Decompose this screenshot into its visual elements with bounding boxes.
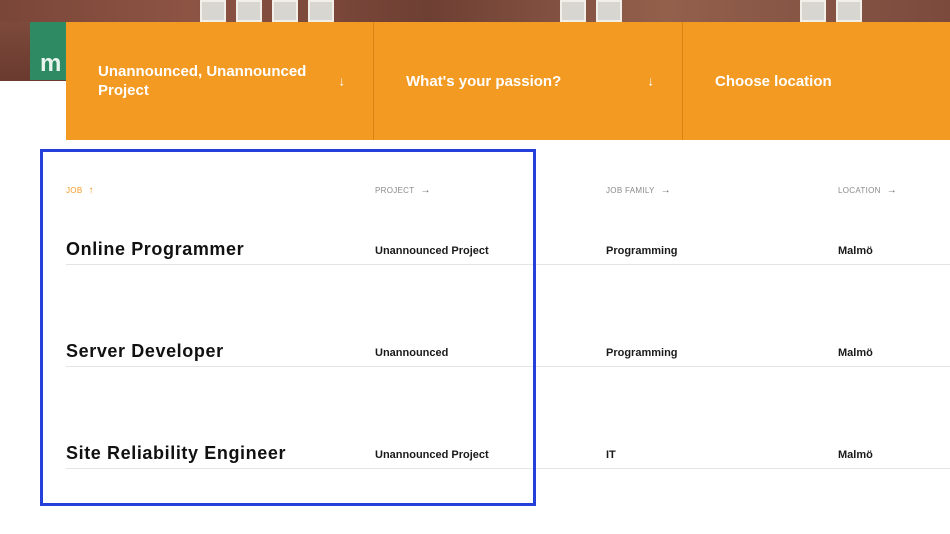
- hero-image-left: m: [0, 22, 66, 81]
- job-family: Programming: [606, 347, 678, 359]
- job-project: Unannounced Project: [375, 449, 489, 461]
- filter-location-label: Choose location: [715, 72, 832, 90]
- job-row[interactable]: Online Programmer Unannounced Project Pr…: [0, 163, 950, 265]
- job-project: Unannounced: [375, 347, 449, 359]
- arrow-down-icon: ↓: [647, 73, 655, 89]
- hero-image: [0, 0, 950, 22]
- filter-passion-label: What's your passion?: [406, 72, 562, 90]
- job-location: Malmö: [838, 449, 873, 461]
- job-family: Programming: [606, 245, 678, 257]
- job-row[interactable]: Site Reliability Engineer Unannounced Pr…: [0, 367, 950, 469]
- filter-location[interactable]: Choose location: [683, 22, 950, 140]
- filter-passion[interactable]: What's your passion? ↓: [374, 22, 683, 140]
- filter-project-label: Unannounced, Unannounced Project: [98, 63, 307, 99]
- job-title[interactable]: Server Developer: [66, 341, 224, 362]
- job-location: Malmö: [838, 347, 873, 359]
- job-project: Unannounced Project: [375, 245, 489, 257]
- row-divider: [66, 468, 950, 469]
- filter-bar: Unannounced, Unannounced Project ↓ What'…: [66, 22, 950, 140]
- arrow-down-icon: ↓: [338, 73, 346, 89]
- job-title[interactable]: Site Reliability Engineer: [66, 443, 286, 464]
- job-title[interactable]: Online Programmer: [66, 239, 244, 260]
- job-row[interactable]: Server Developer Unannounced Programming…: [0, 265, 950, 367]
- job-family: IT: [606, 449, 616, 461]
- filter-project[interactable]: Unannounced, Unannounced Project ↓: [66, 22, 374, 140]
- job-location: Malmö: [838, 245, 873, 257]
